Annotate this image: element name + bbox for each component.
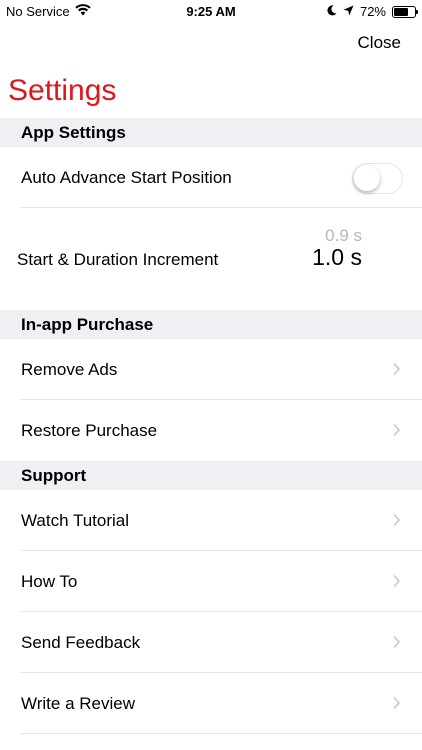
list-item-watch-tutorial[interactable]: Watch Tutorial: [0, 490, 422, 551]
list-item-label: How To: [21, 572, 78, 591]
close-button[interactable]: Close: [358, 33, 401, 53]
list-item-label: Write a Review: [21, 694, 135, 713]
section-header-app-settings: App Settings: [0, 118, 422, 147]
battery-icon: [392, 5, 418, 18]
list-item-restore-purchase[interactable]: Restore Purchase: [0, 400, 422, 461]
chevron-right-icon: [393, 513, 401, 527]
status-right: 72%: [327, 4, 418, 19]
list-item-label: Restore Purchase: [21, 421, 158, 440]
chevron-right-icon: [393, 362, 401, 376]
chevron-right-icon: [393, 696, 401, 710]
location-arrow-icon: [343, 4, 354, 19]
section-header-support: Support: [0, 461, 422, 490]
auto-advance-label: Auto Advance Start Position: [21, 168, 232, 187]
section-title: App Settings: [21, 123, 126, 142]
list-item-write-review[interactable]: Write a Review: [0, 673, 422, 734]
page-title: Settings: [8, 74, 117, 107]
increment-row: Start & Duration Increment 0.9 s 1.0 s: [0, 208, 422, 310]
chevron-right-icon: [393, 635, 401, 649]
increment-picker[interactable]: 0.9 s 1.0 s: [302, 227, 362, 271]
list-item-label: Send Feedback: [21, 633, 141, 652]
battery-percent: 72%: [359, 4, 386, 19]
auto-advance-toggle[interactable]: [352, 163, 403, 194]
status-bar: No Service 9:25 AM 72%: [0, 0, 422, 22]
list-item-remove-ads[interactable]: Remove Ads: [0, 339, 422, 400]
toggle-knob: [354, 165, 380, 191]
increment-label: Start & Duration Increment: [17, 250, 219, 269]
chevron-right-icon: [393, 574, 401, 588]
section-header-in-app-purchase: In-app Purchase: [0, 310, 422, 339]
section-title: In-app Purchase: [21, 315, 154, 334]
list-item-label: Remove Ads: [21, 360, 118, 379]
picker-previous-value: 0.9 s: [325, 227, 362, 243]
list-item-send-feedback[interactable]: Send Feedback: [0, 612, 422, 673]
list-item-label: Watch Tutorial: [21, 511, 130, 530]
list-item-how-to[interactable]: How To: [0, 551, 422, 612]
picker-selected-value: 1.0 s: [312, 244, 362, 270]
chevron-right-icon: [393, 423, 401, 437]
auto-advance-row: Auto Advance Start Position: [0, 147, 422, 208]
section-title: Support: [21, 466, 87, 485]
row-divider: [21, 733, 422, 734]
moon-icon: [327, 4, 337, 19]
